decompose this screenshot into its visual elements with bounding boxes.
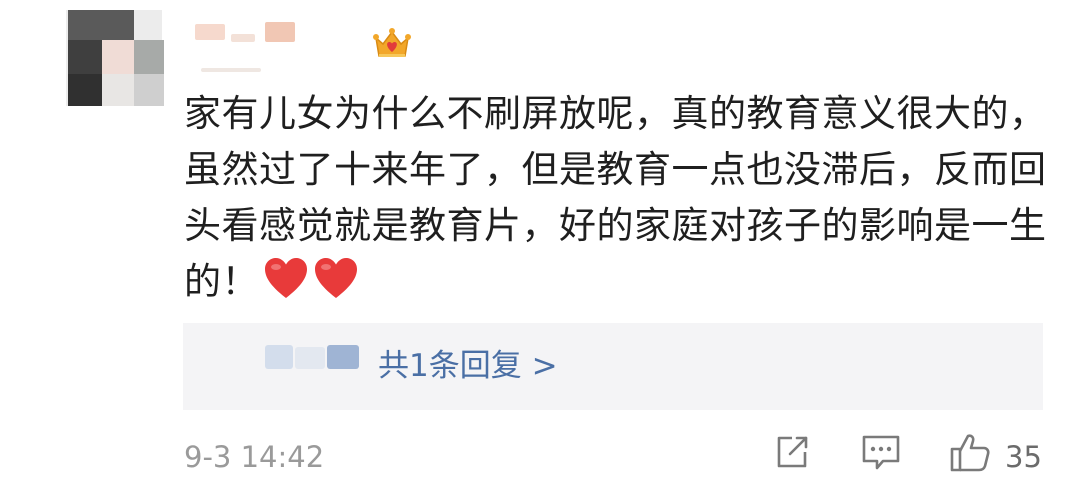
avatar[interactable] — [36, 10, 172, 106]
comment-card: 家有儿女为什么不刷屏放呢，真的教育意义很大的，虽然过了十来年了，但是教育一点也没… — [0, 0, 1080, 500]
comment-body: 家有儿女为什么不刷屏放呢，真的教育意义很大的，虽然过了十来年了，但是教育一点也没… — [184, 86, 1064, 310]
timestamp: 9-3 14:42 — [184, 440, 325, 474]
thumbs-up-icon[interactable] — [948, 432, 992, 474]
reply-preview[interactable]: 共1条回复 > — [183, 323, 1043, 410]
red-heart-emoji — [315, 258, 357, 298]
red-heart-emoji — [265, 258, 307, 298]
share-icon[interactable] — [772, 432, 812, 472]
reply-username — [265, 345, 361, 369]
like-count: 35 — [1005, 440, 1042, 474]
view-replies-link[interactable]: 共1条回复 > — [378, 346, 558, 386]
comment-icon[interactable] — [859, 432, 903, 474]
username[interactable] — [195, 18, 305, 80]
crown-icon — [373, 28, 411, 57]
